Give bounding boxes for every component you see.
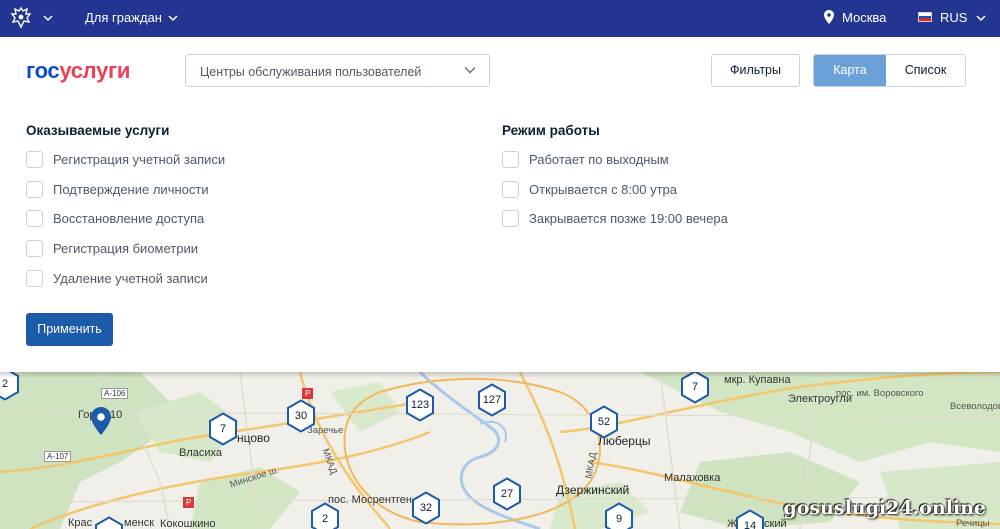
category-select[interactable]: Центры обслуживания пользователей (185, 54, 490, 87)
map-cluster[interactable]: 9 (604, 502, 634, 529)
map-pin-icon[interactable] (91, 407, 111, 435)
checkbox[interactable] (26, 180, 43, 198)
option-label: Закрывается позже 19:00 вечера (529, 210, 728, 226)
road-sign: Р (302, 388, 314, 399)
map-cluster[interactable]: 2 (310, 502, 340, 529)
top-bar: Для граждан Москва RUS (0, 0, 1000, 37)
map-cluster[interactable]: 7 (208, 412, 238, 446)
road-sign: Р (183, 497, 195, 508)
cluster-count: 14 (743, 520, 757, 529)
place-label: нцово (237, 431, 270, 445)
cluster-count: 32 (419, 502, 433, 514)
place-label: Дзержинский (556, 483, 630, 497)
checkbox[interactable] (26, 239, 43, 257)
cluster-count: 7 (219, 423, 227, 435)
place-label: Власиха (179, 447, 223, 459)
location-pin-icon (824, 10, 834, 24)
chevron-down-icon[interactable] (168, 14, 178, 22)
place-label: Кокошкино (160, 518, 216, 529)
cluster-count: 127 (482, 394, 502, 406)
language-selector[interactable]: RUS (940, 10, 967, 25)
schedule-option[interactable]: Открывается с 8:00 утра (502, 180, 677, 198)
logo-part-gos: гос (26, 58, 60, 83)
schedule-group-title: Режим работы (502, 123, 600, 138)
coat-of-arms-icon[interactable] (8, 5, 34, 31)
map-cluster[interactable]: 30 (286, 399, 316, 433)
map-cluster[interactable]: 27 (492, 477, 522, 511)
apply-button[interactable]: Применить (26, 313, 113, 346)
service-option[interactable]: Регистрация биометрии (26, 239, 198, 257)
cluster-count: 30 (294, 410, 308, 422)
place-label: ский (764, 518, 787, 529)
audience-menu[interactable]: Для граждан (85, 10, 162, 25)
option-label: Открывается с 8:00 утра (529, 181, 678, 197)
road-sign: А-107 (44, 451, 72, 462)
place-label: Всеволодово (950, 401, 1000, 412)
place-label: Крас (68, 517, 93, 529)
cluster-count: 9 (615, 513, 623, 525)
map-cluster[interactable]: 14 (735, 509, 765, 529)
cluster-count: 123 (410, 399, 430, 411)
watermark: gosuslugi24.online (783, 497, 986, 519)
map-cluster[interactable]: 32 (411, 491, 441, 525)
option-label: Подтверждение личности (53, 181, 209, 197)
service-option[interactable]: Восстановление доступа (26, 209, 204, 227)
view-toggle: Карта Список (813, 54, 966, 87)
option-label: Восстановление доступа (53, 210, 205, 226)
place-label: Речицы (956, 518, 990, 529)
checkbox[interactable] (502, 180, 519, 198)
option-label: Регистрация учетной записи (53, 151, 226, 167)
logo-part-uslugi: услуги (59, 58, 131, 83)
chevron-down-icon (464, 67, 476, 74)
place-label: пос. им. Воровского (836, 388, 924, 399)
services-group-title: Оказываемые услуги (26, 123, 170, 138)
service-option[interactable]: Подтверждение личности (26, 180, 209, 198)
list-view-tab[interactable]: Список (886, 55, 965, 86)
russian-flag-icon (918, 12, 932, 22)
option-label: Работает по выходным (529, 151, 669, 167)
schedule-option[interactable]: Работает по выходным (502, 150, 669, 168)
panel-shadow (0, 372, 1000, 378)
map-view-tab[interactable]: Карта (814, 55, 886, 86)
checkbox[interactable] (502, 150, 519, 168)
option-label: Удаление учетной записи (53, 270, 208, 286)
map-cluster[interactable] (94, 516, 124, 529)
checkbox[interactable] (26, 150, 43, 168)
checkbox[interactable] (502, 209, 519, 227)
map-cluster[interactable]: 127 (477, 383, 507, 417)
checkbox[interactable] (26, 269, 43, 287)
city-selector[interactable]: Москва (842, 10, 886, 25)
place-label: менск (124, 517, 155, 529)
map-cluster[interactable]: 52 (589, 405, 619, 439)
schedule-option[interactable]: Закрывается позже 19:00 вечера (502, 209, 728, 227)
filters-button[interactable]: Фильтры (711, 54, 800, 87)
chevron-down-icon[interactable] (976, 14, 986, 22)
gosuslugi-logo[interactable]: госуслуги (26, 58, 130, 84)
cluster-count: 2 (321, 513, 329, 525)
service-option[interactable]: Удаление учетной записи (26, 269, 208, 287)
place-label: 10 (110, 409, 123, 421)
cluster-count: 27 (500, 488, 514, 500)
category-select-value: Центры обслуживания пользователей (200, 65, 422, 79)
place-label: пос. Мосрентген (328, 494, 412, 506)
place-label: Малаховка (664, 472, 721, 484)
option-label: Регистрация биометрии (53, 240, 198, 256)
chevron-down-icon[interactable] (43, 14, 53, 22)
checkbox[interactable] (26, 209, 43, 227)
map-cluster[interactable]: 123 (405, 388, 435, 422)
road-sign: А-106 (101, 388, 129, 399)
service-option[interactable]: Регистрация учетной записи (26, 150, 225, 168)
cluster-count: 52 (597, 416, 611, 428)
